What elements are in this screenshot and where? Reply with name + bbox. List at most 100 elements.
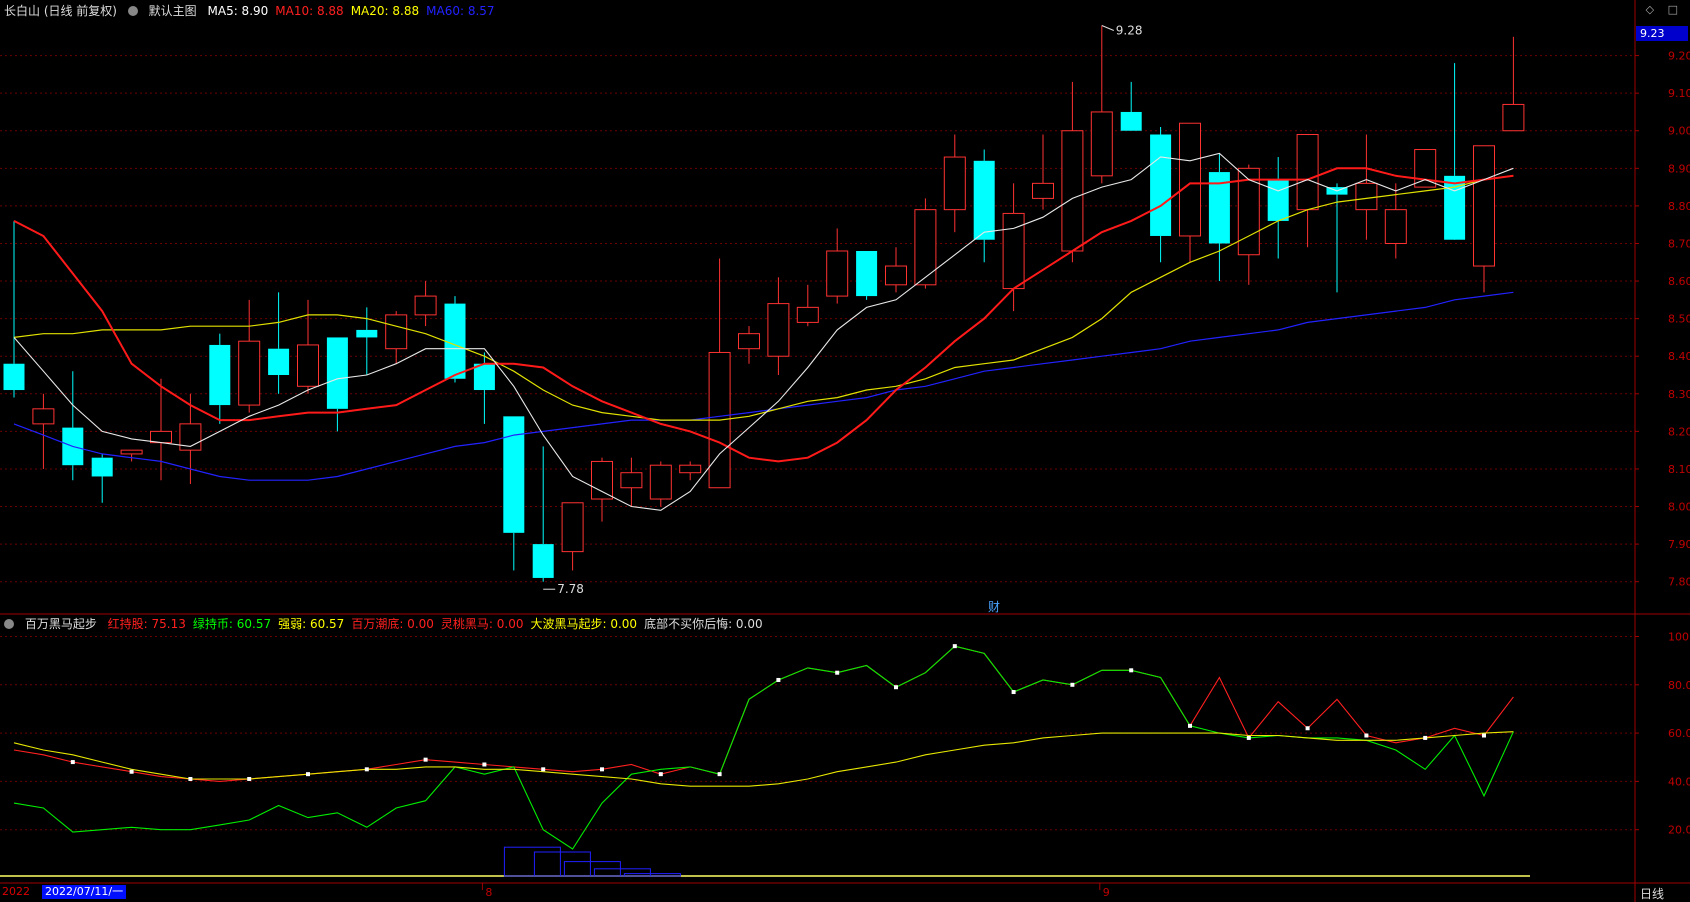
- indicator-legend-item-1: 绿持币: 60.57: [192, 617, 272, 631]
- candle-body: [150, 430, 172, 444]
- candle-body: [1032, 182, 1054, 199]
- signal-marker: [247, 776, 252, 781]
- candle-body: [3, 363, 25, 391]
- signal-marker: [658, 772, 663, 777]
- y-tick-label: 80.00: [1668, 679, 1690, 692]
- extreme-label: 7.78: [557, 582, 584, 596]
- ma-legend-item-1: MA10: 8.88: [275, 4, 344, 18]
- indicator-legend-item-0: 红持股: 75.13: [107, 617, 186, 631]
- signal-marker: [1070, 682, 1075, 687]
- signal-marker: [717, 772, 722, 777]
- signal-marker: [1423, 735, 1428, 740]
- candle-body: [885, 265, 907, 286]
- signal-marker: [776, 677, 781, 682]
- y-tick-label: 100.00: [1668, 630, 1690, 643]
- y-tick-label: 8.70: [1668, 237, 1690, 250]
- candle-body: [591, 460, 613, 500]
- candle-body: [268, 348, 290, 376]
- indicator-settings-icon[interactable]: [4, 619, 14, 629]
- signal-marker: [1246, 735, 1251, 740]
- settings-circle-icon[interactable]: [127, 6, 138, 16]
- candle-body: [91, 457, 113, 477]
- indicator-line-0: [13, 645, 1514, 782]
- y-tick-label: 9.00: [1668, 125, 1690, 138]
- indicator-legend-item-3: 百万潮底: 0.00: [351, 617, 434, 631]
- signal-marker: [364, 767, 369, 772]
- candle-body: [796, 306, 819, 323]
- candle-body: [1473, 145, 1495, 267]
- ma-legend-item-2: MA20: 8.88: [350, 4, 420, 18]
- indicator-legend: 红持股: 75.13 绿持币: 60.57 强弱: 60.57 百万潮底: 0.00 灵…: [108, 617, 770, 631]
- y-tick-label: 7.80: [1668, 576, 1690, 589]
- candle-body: [1002, 212, 1025, 290]
- extreme-label: 9.28: [1116, 24, 1143, 38]
- candle-body: [385, 314, 408, 350]
- indicator-name[interactable]: 百万黑马起步: [25, 617, 97, 631]
- signal-marker: [188, 776, 193, 781]
- candle-body: [356, 329, 378, 338]
- signal-marker: [1188, 723, 1192, 728]
- indicator-line-2: [13, 731, 1514, 787]
- volume-step: [623, 873, 681, 877]
- y-tick-label: 8.80: [1668, 200, 1690, 213]
- candle-body: [1384, 209, 1407, 244]
- candle-body: [414, 295, 437, 316]
- y-tick-label: 9.20: [1668, 50, 1690, 63]
- candle-body: [973, 160, 995, 240]
- y-tick-label: 8.30: [1668, 388, 1690, 401]
- candle-body: [943, 156, 966, 211]
- stock-chart[interactable]: 9.20 9.10 9.00 8.90 8.80 8.70 8.60 8.50 8.40 8.30…: [0, 0, 1690, 902]
- indicator-line-1: [13, 645, 1514, 850]
- candle-body: [856, 250, 878, 297]
- candle-body: [1090, 111, 1113, 177]
- candle-body: [1355, 182, 1378, 211]
- volume-step: [593, 868, 651, 877]
- y-tick-label: 60.00: [1668, 727, 1690, 740]
- signal-marker: [894, 685, 898, 690]
- y-tick-label: 8.00: [1668, 501, 1690, 514]
- square-icon[interactable]: □: [1668, 3, 1678, 16]
- ma-legend: MA5: 8.90 MA10: 8.88 MA20: 8.88 MA60: 8.57: [208, 4, 502, 18]
- signal-marker: [129, 769, 134, 774]
- candle-body: [1150, 134, 1172, 236]
- y-tick-label: 8.90: [1668, 162, 1690, 175]
- y-tick-label: 8.60: [1668, 275, 1690, 288]
- candle-body: [767, 303, 790, 357]
- signal-marker: [306, 772, 310, 777]
- y-tick-label: 40.00: [1668, 775, 1690, 788]
- candle-body: [1296, 133, 1319, 211]
- indicator-header: 百万黑马起步 红持股: 75.13 绿持币: 60.57 强弱: 60.57 百万潮底…: [4, 615, 777, 632]
- candle-body: [120, 449, 143, 455]
- signal-marker: [952, 644, 957, 649]
- main-menu-label[interactable]: 默认主图: [149, 4, 197, 18]
- candle-body: [297, 344, 319, 387]
- finance-marker[interactable]: 财: [988, 598, 1000, 615]
- y-tick-label: 8.20: [1668, 425, 1690, 438]
- signal-marker: [70, 760, 75, 765]
- candle-body: [209, 344, 231, 406]
- candle-body: [914, 209, 937, 286]
- candle-body: [32, 408, 55, 425]
- last-price-badge: 9.23: [1636, 26, 1688, 41]
- candle-body: [473, 363, 495, 391]
- indicator-legend-item-2: 强弱: 60.57: [278, 617, 345, 631]
- candle-body: [1502, 103, 1525, 132]
- main-chart-header: 长白山 (日线 前复权) 默认主图 MA5: 8.90 MA10: 8.88 MA2…: [4, 2, 509, 19]
- signal-marker: [1305, 726, 1310, 731]
- window-controls: ◇ □: [1636, 3, 1678, 16]
- candle-body: [826, 250, 849, 297]
- month-label: 8: [485, 886, 492, 899]
- candle-body: [679, 464, 702, 474]
- stock-title[interactable]: 长白山 (日线 前复权): [4, 4, 117, 18]
- y-tick-label: 7.90: [1668, 538, 1690, 551]
- signal-marker: [541, 767, 546, 772]
- period-tab[interactable]: 日线: [1640, 885, 1664, 902]
- candle-body: [620, 472, 643, 489]
- y-tick-label: 9.10: [1668, 87, 1690, 100]
- signal-marker: [600, 767, 604, 772]
- signal-marker: [1011, 690, 1016, 695]
- candle-body: [444, 303, 466, 379]
- diamond-icon[interactable]: ◇: [1646, 3, 1654, 16]
- volume-step: [533, 851, 591, 877]
- ma-legend-item-0: MA5: 8.90: [207, 4, 269, 18]
